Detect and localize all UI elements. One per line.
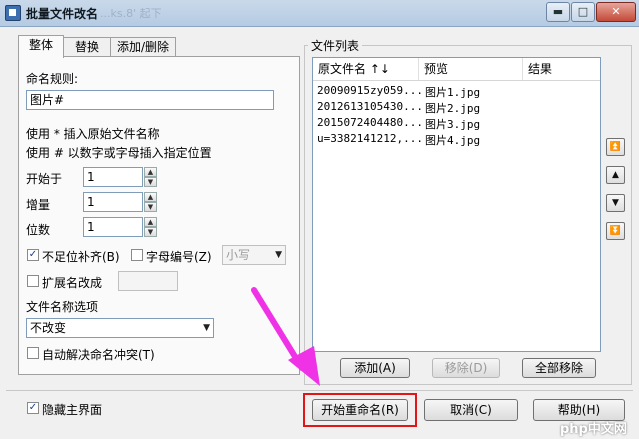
autoresolve-checkbox[interactable]: [27, 347, 39, 359]
pad-label: 不足位补齐(B): [42, 250, 120, 264]
move-bottom-button[interactable]: ⏬: [606, 222, 625, 240]
title-ghost-text: ...ks.8' 起下: [100, 7, 162, 20]
row-original: u=3382141212,...: [317, 132, 423, 145]
chevron-down-icon: ▼: [275, 250, 282, 260]
move-down-button[interactable]: ▼: [606, 194, 625, 212]
column-original-name[interactable]: 原文件名 ↑↓: [313, 58, 419, 80]
row-original: 2015072404480...: [317, 116, 423, 129]
name-options-label: 文件名称选项: [26, 300, 99, 314]
name-options-value: 不改变: [30, 321, 67, 335]
digits-spin-up[interactable]: ▲: [144, 217, 157, 227]
window-title: 批量文件改名: [26, 7, 99, 21]
add-button[interactable]: 添加(A): [340, 358, 410, 378]
chevron-down-icon: ▼: [203, 323, 210, 333]
start-spin-down[interactable]: ▼: [144, 177, 157, 187]
tab-overall[interactable]: 整体: [18, 35, 64, 58]
ext-checkbox[interactable]: [27, 275, 39, 287]
table-row[interactable]: 2012613105430...: [317, 100, 423, 113]
row-preview: 图片3.jpg: [425, 118, 481, 131]
ext-input[interactable]: [118, 271, 178, 291]
naming-rule-label: 命名规则:: [26, 72, 79, 86]
ext-label: 扩展名改成: [42, 276, 103, 290]
digits-label: 位数: [26, 223, 51, 237]
row-preview: 图片4.jpg: [425, 134, 481, 147]
step-input[interactable]: 1: [83, 192, 143, 212]
table-row[interactable]: 20090915zy059...: [317, 84, 423, 97]
row-original: 20090915zy059...: [317, 84, 423, 97]
row-preview: 图片2.jpg: [425, 102, 481, 115]
name-options-select[interactable]: 不改变 ▼: [26, 318, 214, 338]
step-spin-up[interactable]: ▲: [144, 192, 157, 202]
cancel-button[interactable]: 取消(C): [424, 399, 518, 421]
start-input[interactable]: 1: [83, 167, 143, 187]
hint-hash: 使用 # 以数字或字母插入指定位置: [26, 146, 212, 160]
start-rename-button[interactable]: 开始重命名(R): [312, 399, 408, 421]
autoresolve-label: 自动解决命名冲突(T): [42, 348, 155, 362]
move-top-button[interactable]: ⏫: [606, 138, 625, 156]
table-row[interactable]: 2015072404480...: [317, 116, 423, 129]
letter-label: 字母编号(Z): [146, 250, 212, 264]
watermark: php中文网: [560, 422, 627, 437]
annotation-arrow: [251, 287, 320, 386]
file-list-label: 文件列表: [308, 37, 363, 54]
minimize-button[interactable]: ▬: [546, 2, 570, 22]
tab-replace[interactable]: 替换: [62, 37, 112, 57]
file-list-header: 原文件名 ↑↓ 预览 结果: [313, 58, 600, 81]
app-icon: [5, 5, 21, 21]
start-spin-up[interactable]: ▲: [144, 167, 157, 177]
case-select[interactable]: 小写 ▼: [222, 245, 286, 265]
digits-spin-down[interactable]: ▼: [144, 227, 157, 237]
hint-asterisk: 使用 * 插入原始文件名称: [26, 127, 160, 141]
hide-main-label: 隐藏主界面: [42, 403, 103, 417]
column-preview[interactable]: 预览: [419, 58, 523, 80]
step-spin-down[interactable]: ▼: [144, 202, 157, 212]
row-original: 2012613105430...: [317, 100, 423, 113]
file-list[interactable]: 原文件名 ↑↓ 预览 结果 20090915zy059... 图片1.jpg 2…: [312, 57, 601, 352]
remove-all-button[interactable]: 全部移除: [522, 358, 596, 378]
case-select-value: 小写: [226, 248, 251, 262]
start-label: 开始于: [26, 172, 63, 186]
letter-checkbox[interactable]: [131, 249, 143, 261]
close-button[interactable]: ✕: [596, 2, 636, 22]
step-label: 增量: [26, 198, 51, 212]
remove-button[interactable]: 移除(D): [432, 358, 500, 378]
column-result[interactable]: 结果: [523, 58, 600, 80]
digits-input[interactable]: 1: [83, 217, 143, 237]
table-row[interactable]: u=3382141212,...: [317, 132, 423, 145]
move-up-button[interactable]: ▲: [606, 166, 625, 184]
hide-main-checkbox[interactable]: ✓: [27, 402, 39, 414]
tab-add-delete[interactable]: 添加/删除: [110, 37, 176, 57]
naming-rule-input[interactable]: 图片#: [26, 90, 274, 110]
maximize-button[interactable]: □: [571, 2, 595, 22]
row-preview: 图片1.jpg: [425, 86, 481, 99]
pad-checkbox[interactable]: ✓: [27, 249, 39, 261]
